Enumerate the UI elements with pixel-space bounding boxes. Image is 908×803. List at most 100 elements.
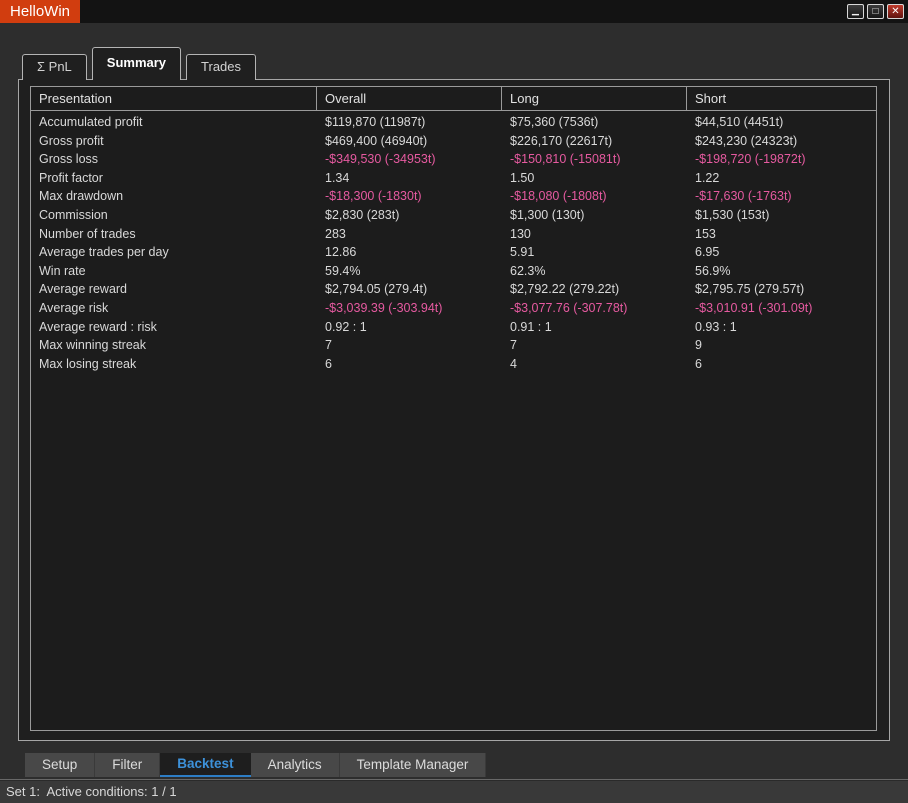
bottom-tab-filter[interactable]: Filter — [95, 753, 160, 777]
row-label: Gross loss — [31, 150, 317, 169]
row-label: Average reward : risk — [31, 318, 317, 337]
row-label: Win rate — [31, 262, 317, 281]
row-label: Max losing streak — [31, 355, 317, 374]
row-value: 6 — [317, 355, 502, 374]
row-value: $44,510 (4451t) — [687, 113, 876, 132]
row-value: -$150,810 (-15081t) — [502, 150, 687, 169]
row-value: 6.95 — [687, 243, 876, 262]
row-value: 7 — [502, 336, 687, 355]
summary-panel: Presentation Overall Long Short Accumula… — [18, 79, 890, 741]
stats-table: Presentation Overall Long Short Accumula… — [30, 86, 877, 731]
row-value: 1.50 — [502, 169, 687, 188]
row-value: 5.91 — [502, 243, 687, 262]
close-icon: ✕ — [891, 5, 899, 18]
close-button[interactable]: ✕ — [887, 4, 904, 19]
column-header-overall: Overall — [317, 87, 502, 110]
row-value: 62.3% — [502, 262, 687, 281]
column-header-short: Short — [687, 87, 876, 110]
row-value: -$17,630 (-1763t) — [687, 187, 876, 206]
table-row[interactable]: Max drawdown-$18,300 (-1830t)-$18,080 (-… — [31, 187, 876, 206]
row-value: -$3,010.91 (-301.09t) — [687, 299, 876, 318]
tab-pnl[interactable]: Σ PnL — [22, 54, 87, 80]
bottom-tab-setup[interactable]: Setup — [25, 753, 95, 777]
row-label: Average risk — [31, 299, 317, 318]
column-header-presentation: Presentation — [31, 87, 317, 110]
row-label: Commission — [31, 206, 317, 225]
bottom-tab-strip: SetupFilterBacktestAnalyticsTemplate Man… — [25, 753, 486, 777]
title-bar[interactable]: HelloWin ▁ □ ✕ — [0, 0, 908, 23]
top-tab-strip: Σ PnL Summary Trades — [22, 47, 261, 80]
column-header-long: Long — [502, 87, 687, 110]
minimize-icon: ▁ — [852, 4, 859, 17]
table-row[interactable]: Gross loss-$349,530 (-34953t)-$150,810 (… — [31, 150, 876, 169]
table-row[interactable]: Max winning streak779 — [31, 336, 876, 355]
row-value: $2,792.22 (279.22t) — [502, 280, 687, 299]
app-window: HelloWin ▁ □ ✕ Σ PnL Summary Trades Pres… — [0, 0, 908, 803]
row-value: $1,300 (130t) — [502, 206, 687, 225]
status-text: Set 1: Active conditions: 1 / 1 — [0, 780, 177, 803]
row-value: 1.34 — [317, 169, 502, 188]
table-header-row: Presentation Overall Long Short — [31, 87, 876, 111]
row-label: Max drawdown — [31, 187, 317, 206]
table-row[interactable]: Accumulated profit$119,870 (11987t)$75,3… — [31, 113, 876, 132]
row-value: 1.22 — [687, 169, 876, 188]
row-label: Average reward — [31, 280, 317, 299]
tab-summary[interactable]: Summary — [92, 47, 181, 80]
maximize-button[interactable]: □ — [867, 4, 884, 19]
row-value: $226,170 (22617t) — [502, 132, 687, 151]
window-controls: ▁ □ ✕ — [847, 4, 904, 19]
row-value: 0.91 : 1 — [502, 318, 687, 337]
row-value: 0.93 : 1 — [687, 318, 876, 337]
table-body: Accumulated profit$119,870 (11987t)$75,3… — [31, 111, 876, 730]
row-value: 130 — [502, 225, 687, 244]
row-value: -$18,080 (-1808t) — [502, 187, 687, 206]
row-value: -$349,530 (-34953t) — [317, 150, 502, 169]
table-row[interactable]: Number of trades283130153 — [31, 225, 876, 244]
row-value: $1,530 (153t) — [687, 206, 876, 225]
row-value: 59.4% — [317, 262, 502, 281]
row-value: $2,795.75 (279.57t) — [687, 280, 876, 299]
table-row[interactable]: Gross profit$469,400 (46940t)$226,170 (2… — [31, 132, 876, 151]
table-row[interactable]: Average trades per day12.865.916.95 — [31, 243, 876, 262]
row-value: -$3,077.76 (-307.78t) — [502, 299, 687, 318]
tab-trades[interactable]: Trades — [186, 54, 256, 80]
row-value: $2,794.05 (279.4t) — [317, 280, 502, 299]
row-value: 4 — [502, 355, 687, 374]
bottom-tab-backtest[interactable]: Backtest — [160, 753, 250, 777]
row-label: Accumulated profit — [31, 113, 317, 132]
row-value: 6 — [687, 355, 876, 374]
row-label: Number of trades — [31, 225, 317, 244]
row-value: -$18,300 (-1830t) — [317, 187, 502, 206]
row-value: 9 — [687, 336, 876, 355]
row-value: -$198,720 (-19872t) — [687, 150, 876, 169]
row-value: 0.92 : 1 — [317, 318, 502, 337]
bottom-tab-analytics[interactable]: Analytics — [251, 753, 340, 777]
table-row[interactable]: Commission$2,830 (283t)$1,300 (130t)$1,5… — [31, 206, 876, 225]
row-label: Max winning streak — [31, 336, 317, 355]
table-row[interactable]: Average risk-$3,039.39 (-303.94t)-$3,077… — [31, 299, 876, 318]
row-label: Average trades per day — [31, 243, 317, 262]
row-value: $469,400 (46940t) — [317, 132, 502, 151]
row-value: $243,230 (24323t) — [687, 132, 876, 151]
bottom-tab-template-manager[interactable]: Template Manager — [340, 753, 487, 777]
row-label: Gross profit — [31, 132, 317, 151]
row-value: $75,360 (7536t) — [502, 113, 687, 132]
table-row[interactable]: Average reward : risk0.92 : 10.91 : 10.9… — [31, 318, 876, 337]
table-row[interactable]: Average reward$2,794.05 (279.4t)$2,792.2… — [31, 280, 876, 299]
row-value: 56.9% — [687, 262, 876, 281]
table-row[interactable]: Profit factor1.341.501.22 — [31, 169, 876, 188]
row-value: 153 — [687, 225, 876, 244]
row-label: Profit factor — [31, 169, 317, 188]
table-row[interactable]: Win rate59.4%62.3%56.9% — [31, 262, 876, 281]
minimize-button[interactable]: ▁ — [847, 4, 864, 19]
window-title: HelloWin — [0, 0, 80, 23]
row-value: -$3,039.39 (-303.94t) — [317, 299, 502, 318]
row-value: 283 — [317, 225, 502, 244]
row-value: $119,870 (11987t) — [317, 113, 502, 132]
maximize-icon: □ — [872, 5, 878, 18]
status-bar: Set 1: Active conditions: 1 / 1 — [0, 779, 908, 803]
row-value: $2,830 (283t) — [317, 206, 502, 225]
row-value: 12.86 — [317, 243, 502, 262]
row-value: 7 — [317, 336, 502, 355]
table-row[interactable]: Max losing streak646 — [31, 355, 876, 374]
